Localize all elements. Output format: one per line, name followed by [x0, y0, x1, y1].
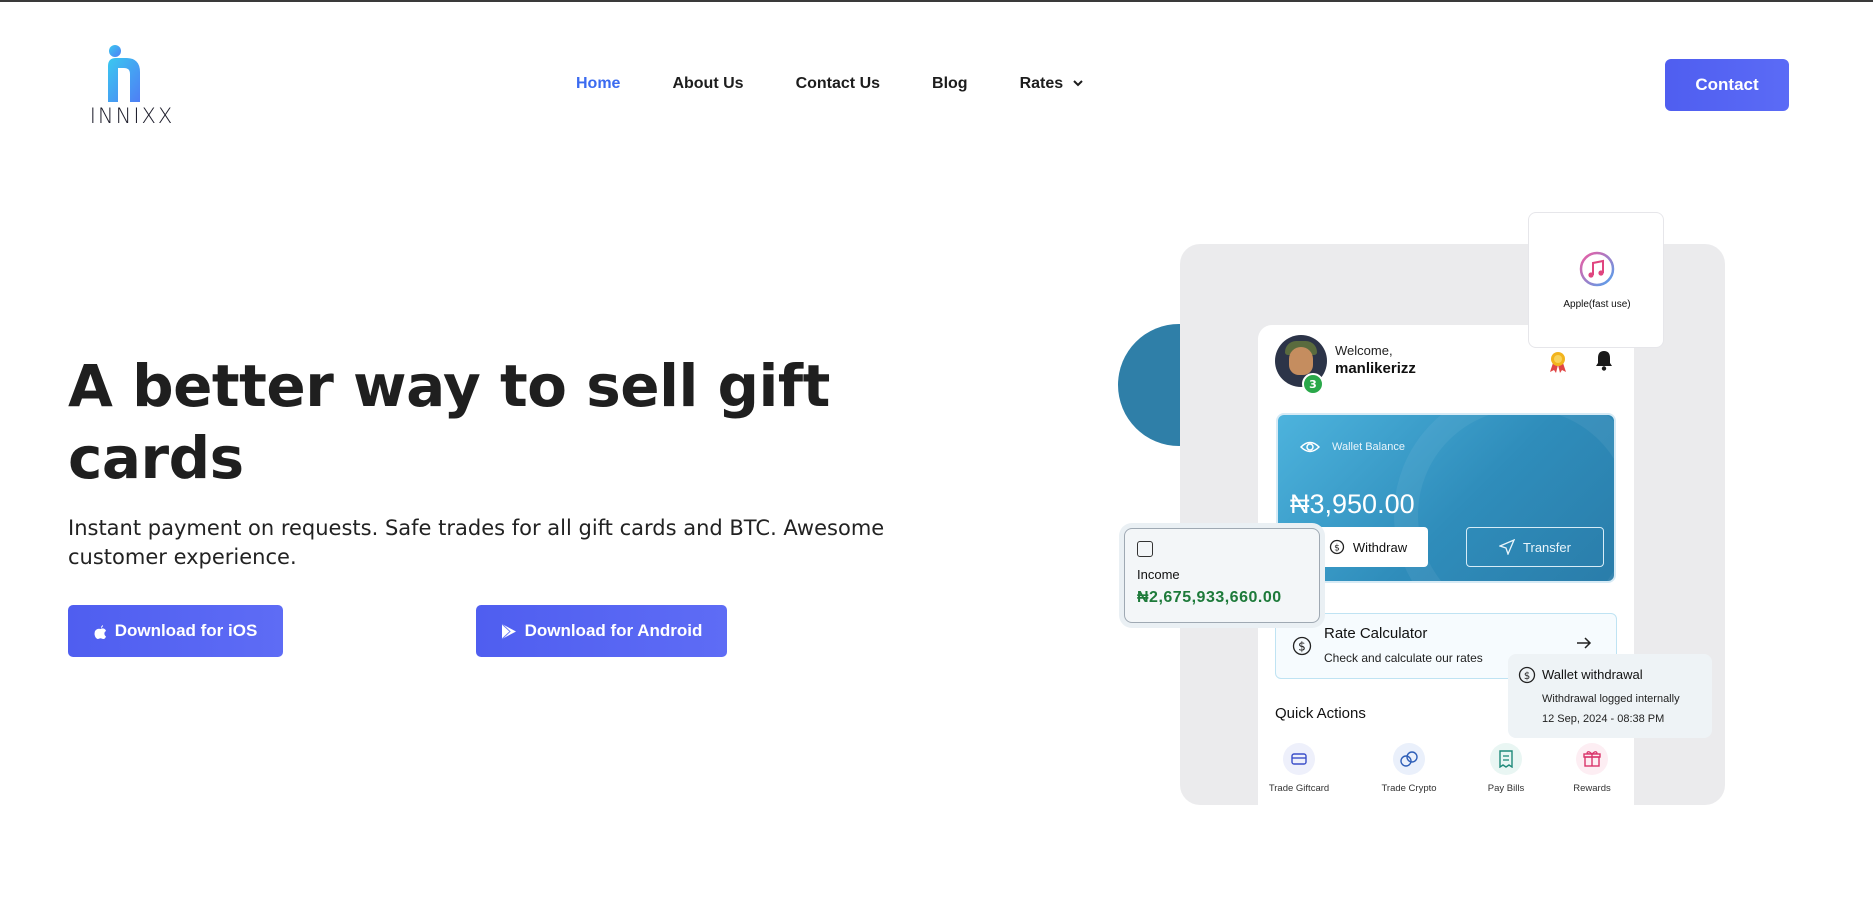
nav-about-us[interactable]: About Us — [672, 75, 743, 93]
income-icon — [1137, 541, 1153, 557]
music-note-icon — [1579, 251, 1615, 287]
transfer-button[interactable]: Transfer — [1466, 527, 1604, 567]
svg-text:$: $ — [1524, 671, 1530, 682]
wallet-balance-label: Wallet Balance — [1332, 441, 1405, 453]
download-android-button[interactable]: Download for Android — [476, 605, 727, 657]
bell-icon — [1594, 349, 1614, 371]
quick-action-label: Rewards — [1573, 783, 1611, 794]
logo-mark-icon — [108, 45, 140, 102]
nav-rates[interactable]: Rates — [1020, 75, 1084, 93]
level-badge: 3 — [1302, 373, 1324, 395]
contact-button[interactable]: Contact — [1665, 59, 1789, 111]
withdrawal-subtitle: Withdrawal logged internally — [1542, 693, 1680, 705]
quick-action-trade-crypto[interactable]: Trade Crypto — [1364, 743, 1454, 794]
quick-actions-title: Quick Actions — [1275, 705, 1366, 722]
apple-icon — [94, 624, 106, 639]
svg-text:$: $ — [1334, 544, 1340, 554]
hero-title: A better way to sell gift cards — [68, 352, 830, 492]
receipt-icon — [1490, 743, 1522, 775]
quick-action-label: Trade Giftcard — [1268, 783, 1330, 794]
welcome-text: Welcome, — [1335, 343, 1393, 358]
eye-icon[interactable] — [1299, 439, 1321, 453]
chevron-down-icon — [1073, 78, 1083, 90]
quick-action-pay-bills[interactable]: Pay Bills — [1461, 743, 1551, 794]
download-android-label: Download for Android — [524, 621, 703, 640]
withdraw-icon: $ — [1518, 666, 1536, 684]
crypto-icon — [1393, 743, 1425, 775]
username: manlikerizz — [1335, 360, 1416, 377]
card-icon — [1283, 743, 1315, 775]
gift-icon — [1576, 743, 1608, 775]
apple-giftcard-card[interactable]: Apple(fast use) — [1528, 212, 1664, 348]
transfer-label: Transfer — [1523, 539, 1571, 555]
nav-blog[interactable]: Blog — [932, 75, 968, 93]
svg-text:$: $ — [1298, 640, 1306, 654]
apple-card-label: Apple(fast use) — [1563, 299, 1631, 310]
income-card: Income ₦2,675,933,660.00 — [1124, 528, 1320, 623]
send-icon — [1499, 539, 1516, 555]
withdrawal-title: Wallet withdrawal — [1542, 667, 1643, 682]
download-ios-label: Download for iOS — [114, 621, 258, 640]
dollar-circle-icon: $ — [1292, 636, 1312, 656]
income-label: Income — [1137, 567, 1180, 582]
quick-action-rewards[interactable]: Rewards — [1547, 743, 1634, 794]
download-ios-button[interactable]: Download for iOS — [68, 605, 283, 657]
play-store-icon — [501, 623, 516, 639]
quick-action-trade-giftcard[interactable]: Trade Giftcard — [1258, 743, 1344, 794]
rate-calculator-subtitle: Check and calculate our rates — [1324, 651, 1483, 665]
withdraw-icon: $ — [1329, 539, 1345, 555]
rate-calculator-title: Rate Calculator — [1324, 625, 1428, 642]
nav-contact-us[interactable]: Contact Us — [796, 75, 880, 93]
main-nav: Home About Us Contact Us Blog Rates — [576, 72, 1135, 96]
quick-action-label: Pay Bills — [1487, 783, 1525, 794]
hero-subtitle: Instant payment on requests. Safe trades… — [68, 516, 885, 569]
wallet-withdrawal-notification: $ Wallet withdrawal Withdrawal logged in… — [1508, 654, 1712, 738]
income-amount: ₦2,675,933,660.00 — [1137, 589, 1282, 606]
arrow-right-icon — [1576, 632, 1592, 656]
medal-icon — [1548, 351, 1568, 378]
top-border — [0, 0, 1873, 2]
wallet-card: Wallet Balance ₦3,950.00 $ Withdraw Tran… — [1276, 413, 1616, 583]
nav-home[interactable]: Home — [576, 75, 620, 93]
withdrawal-date: 12 Sep, 2024 - 08:38 PM — [1542, 713, 1665, 725]
withdraw-button[interactable]: $ Withdraw — [1308, 527, 1428, 567]
withdraw-label: Withdraw — [1352, 539, 1408, 555]
nav-rates-label: Rates — [1019, 75, 1064, 92]
quick-action-label: Trade Crypto — [1381, 783, 1437, 794]
brand-name: INNIXX — [89, 104, 175, 128]
wallet-balance-amount: ₦3,950.00 — [1290, 489, 1415, 519]
brand-logo[interactable]: INNIXX — [82, 44, 182, 132]
